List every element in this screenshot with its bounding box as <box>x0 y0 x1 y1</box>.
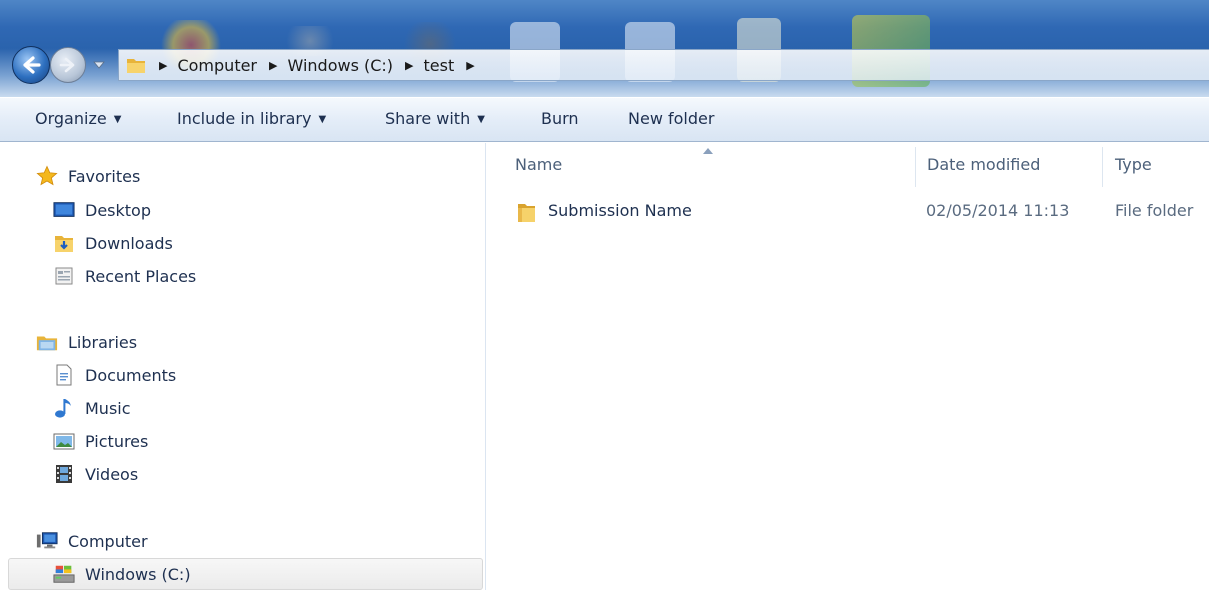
sidebar-group-favorites[interactable]: Favorites <box>36 163 140 189</box>
sidebar-item-music[interactable]: Music <box>53 395 131 421</box>
sidebar-item-pictures[interactable]: Pictures <box>53 428 148 454</box>
sidebar-item-downloads[interactable]: Downloads <box>53 230 173 256</box>
sidebar-item-windows-c[interactable]: Windows (C:) <box>8 558 483 590</box>
computer-icon <box>36 530 58 552</box>
star-icon <box>36 165 58 187</box>
drive-icon <box>53 563 75 585</box>
breadcrumb-computer[interactable]: Computer <box>177 56 257 75</box>
file-list-pane: Name Date modified Type Submission Name … <box>487 143 1209 590</box>
forward-button[interactable] <box>50 47 86 83</box>
include-in-library-menu[interactable]: Include in library ▼ <box>177 109 326 128</box>
navigation-row: ▶ Computer ▶ Windows (C:) ▶ test ▶ <box>10 44 1209 88</box>
column-divider[interactable] <box>915 147 916 187</box>
address-bar[interactable]: ▶ Computer ▶ Windows (C:) ▶ test ▶ <box>118 49 1209 81</box>
sidebar-item-label: Videos <box>85 464 139 484</box>
pictures-icon <box>53 430 75 452</box>
breadcrumb-test[interactable]: test <box>424 56 455 75</box>
chevron-down-icon: ▼ <box>318 114 327 125</box>
sidebar-group-libraries[interactable]: Libraries <box>36 329 137 355</box>
libraries-label: Libraries <box>68 332 138 352</box>
burn-button[interactable]: Burn <box>541 109 579 128</box>
downloads-folder-icon <box>53 232 75 254</box>
file-date-modified: 02/05/2014 11:13 <box>926 201 1070 220</box>
share-with-menu[interactable]: Share with ▼ <box>385 109 485 128</box>
chevron-down-icon: ▼ <box>477 114 485 125</box>
music-note-icon <box>53 397 75 419</box>
forward-arrow-icon <box>59 57 75 73</box>
chevron-down-icon: ▼ <box>113 114 122 125</box>
breadcrumb-arrow-icon[interactable]: ▶ <box>405 59 413 72</box>
share-with-label: Share with <box>385 109 471 128</box>
folder-icon <box>515 200 539 228</box>
favorites-label: Favorites <box>68 166 141 186</box>
organize-menu[interactable]: Organize ▼ <box>35 109 121 128</box>
sidebar-item-videos[interactable]: Videos <box>53 461 138 487</box>
sidebar-item-label: Pictures <box>85 431 149 451</box>
back-button[interactable] <box>12 46 50 84</box>
sidebar-group-computer[interactable]: Computer <box>36 528 148 554</box>
sidebar-item-label: Music <box>85 398 131 418</box>
column-header-date-modified[interactable]: Date modified <box>927 155 1040 174</box>
back-arrow-icon <box>23 56 41 74</box>
column-header-type[interactable]: Type <box>1115 155 1152 174</box>
sidebar-item-label: Recent Places <box>85 266 197 286</box>
window-titlebar: ▶ Computer ▶ Windows (C:) ▶ test ▶ <box>0 0 1209 97</box>
file-type: File folder <box>1115 201 1194 220</box>
libraries-icon <box>36 331 58 353</box>
film-icon <box>53 463 75 485</box>
command-bar: Organize ▼ Include in library ▼ Share with… <box>0 97 1209 142</box>
sidebar-item-label: Downloads <box>85 233 173 253</box>
sidebar-item-documents[interactable]: Documents <box>53 362 176 388</box>
column-divider[interactable] <box>1102 147 1103 187</box>
new-folder-button[interactable]: New folder <box>628 109 714 128</box>
sidebar-item-label: Desktop <box>85 200 151 220</box>
file-name: Submission Name <box>548 201 692 220</box>
sort-ascending-icon <box>703 148 713 154</box>
recent-places-icon <box>53 265 75 287</box>
table-row[interactable]: Submission Name 02/05/2014 11:13 File fo… <box>507 198 1209 226</box>
sidebar-item-recent-places[interactable]: Recent Places <box>53 263 196 289</box>
breadcrumb-windows-c[interactable]: Windows (C:) <box>287 56 393 75</box>
computer-label: Computer <box>68 531 148 551</box>
navigation-pane: Favorites Desktop Downloads Recent Place… <box>0 143 486 590</box>
breadcrumb-arrow-icon[interactable]: ▶ <box>159 59 167 72</box>
column-header-name[interactable]: Name <box>515 155 562 174</box>
folder-icon <box>127 59 145 73</box>
recent-pages-dropdown-icon[interactable] <box>92 60 106 70</box>
sidebar-item-desktop[interactable]: Desktop <box>53 197 151 223</box>
breadcrumb-arrow-icon[interactable]: ▶ <box>269 59 277 72</box>
organize-label: Organize <box>35 109 107 128</box>
sidebar-item-label: Documents <box>85 365 177 385</box>
document-icon <box>53 364 75 386</box>
sidebar-item-label: Windows (C:) <box>85 564 191 584</box>
desktop-icon <box>53 199 75 221</box>
include-in-library-label: Include in library <box>177 109 312 128</box>
breadcrumb-arrow-icon[interactable]: ▶ <box>466 59 474 72</box>
